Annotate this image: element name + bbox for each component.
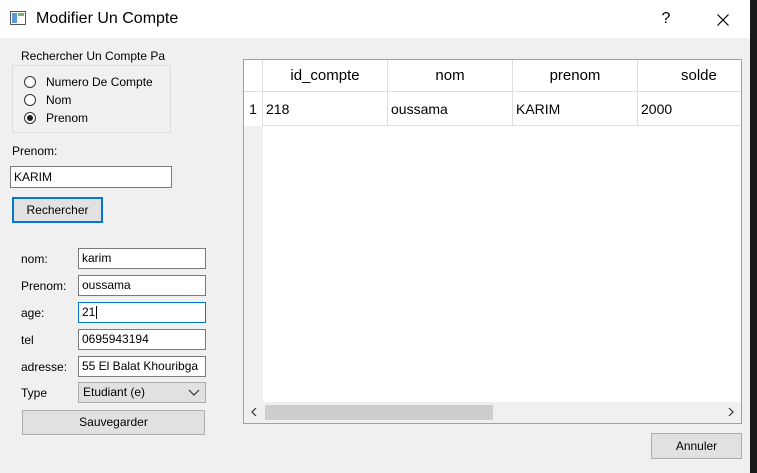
radio-prenom[interactable] [24, 112, 36, 124]
title-bar: Modifier Un Compte ? [0, 0, 757, 38]
radio-numero-de-compte[interactable] [24, 76, 36, 88]
scroll-right-icon[interactable] [726, 407, 736, 417]
adresse-input[interactable]: 55 El Balat Khouribga [78, 356, 206, 377]
prenom-input[interactable]: oussama [78, 275, 206, 296]
radio-nom[interactable] [24, 94, 36, 106]
text-caret [96, 306, 98, 320]
search-input[interactable]: KARIM [10, 166, 172, 188]
horizontal-scrollbar[interactable] [244, 402, 741, 423]
radio-nom-label[interactable]: Nom [46, 93, 71, 107]
table-cell-nom[interactable]: oussama [388, 92, 513, 126]
chevron-down-icon [188, 389, 200, 396]
close-icon [717, 13, 729, 26]
nom-input[interactable]: karim [78, 248, 206, 269]
column-header-id-compte[interactable]: id_compte [263, 60, 388, 92]
type-select[interactable]: Etudiant (e) [78, 382, 206, 403]
cancel-button[interactable]: Annuler [651, 433, 742, 459]
type-label: Type [21, 386, 48, 400]
age-input-value: 21 [82, 305, 96, 319]
table-cell-solde[interactable]: 2000 [638, 92, 741, 126]
close-button[interactable] [700, 0, 746, 38]
table-corner [244, 60, 263, 92]
search-groupbox-title: Rechercher Un Compte Pa [20, 49, 173, 63]
save-button[interactable]: Sauvegarder [22, 410, 205, 435]
scroll-left-icon[interactable] [249, 407, 259, 417]
app-window-icon [10, 11, 26, 25]
accounts-table[interactable]: id_compte nom prenom solde 1 218 oussama… [243, 59, 742, 424]
age-label: age: [21, 306, 45, 320]
age-input[interactable]: 21 [78, 302, 206, 323]
row-header-area [244, 126, 263, 402]
column-header-solde[interactable]: solde [638, 60, 741, 92]
window-title: Modifier Un Compte [36, 10, 179, 27]
search-button[interactable]: Rechercher [12, 197, 103, 223]
tel-input[interactable]: 0695943194 [78, 329, 206, 350]
help-button[interactable]: ? [652, 0, 680, 38]
nom-label: nom: [21, 252, 48, 266]
row-header[interactable]: 1 [244, 92, 263, 126]
window-edge [750, 0, 757, 473]
scrollbar-thumb[interactable] [265, 405, 493, 420]
prenom-label: Prenom: [21, 279, 67, 293]
table-cell-id-compte[interactable]: 218 [263, 92, 388, 126]
adresse-label: adresse: [21, 360, 68, 374]
radio-prenom-label[interactable]: Prenom [46, 111, 88, 125]
tel-label: tel [21, 333, 34, 347]
radio-numero-de-compte-label[interactable]: Numero De Compte [46, 75, 153, 89]
column-header-prenom[interactable]: prenom [513, 60, 638, 92]
table-cell-prenom[interactable]: KARIM [513, 92, 638, 126]
column-header-nom[interactable]: nom [388, 60, 513, 92]
search-field-label: Prenom: [12, 144, 58, 158]
type-select-value: Etudiant (e) [83, 385, 146, 399]
